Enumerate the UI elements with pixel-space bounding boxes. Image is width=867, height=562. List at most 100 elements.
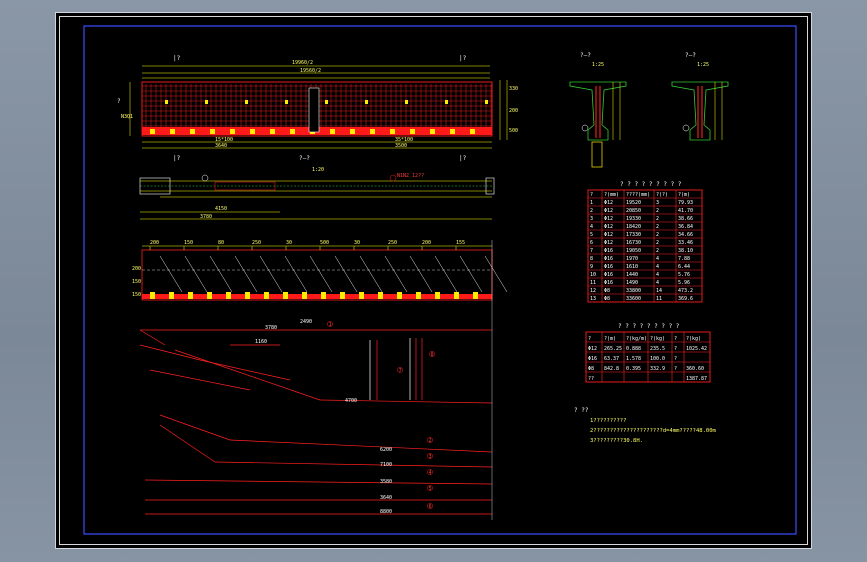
table-cell: Φ8 bbox=[588, 366, 594, 372]
strand-top-dim: 250 bbox=[388, 240, 397, 246]
table-header: ?(kg/m) bbox=[626, 336, 647, 342]
bar-mark: 3 bbox=[429, 454, 432, 460]
bar-dim-label: 8800 bbox=[380, 509, 392, 515]
strand-top-dim: 200 bbox=[422, 240, 431, 246]
bar-mark: 2 bbox=[429, 438, 432, 444]
span-label-2: 19560/2 bbox=[300, 68, 321, 74]
bar-dim-label: 6200 bbox=[380, 447, 392, 453]
table-cell: 1025.42 bbox=[686, 346, 707, 352]
strand-top-dim: 150 bbox=[184, 240, 193, 246]
section-mark-1: |? bbox=[173, 55, 181, 62]
strand-side-dim-3: 150 bbox=[132, 292, 141, 298]
strand-side-dim-2: 150 bbox=[132, 279, 141, 285]
table-cell: 1970 bbox=[626, 256, 638, 262]
notes-title: ? ?? bbox=[574, 407, 589, 414]
table-cell: 2 bbox=[656, 224, 659, 230]
table-cell: Φ12 bbox=[604, 232, 613, 238]
bar-dim-label: 3780 bbox=[265, 325, 277, 331]
table-header: ????(mm) bbox=[626, 192, 650, 198]
table-cell: 4 bbox=[590, 224, 593, 230]
plan-section-scale: 1:20 bbox=[312, 167, 324, 173]
table-cell: 11 bbox=[590, 280, 596, 286]
table-header: ?(kg) bbox=[686, 336, 701, 342]
strand-top-dim: 200 bbox=[150, 240, 159, 246]
table-cell: 1610 bbox=[626, 264, 638, 270]
table-cell: 1 bbox=[590, 200, 593, 206]
table-cell: Φ12 bbox=[604, 200, 613, 206]
bar-dim-label: 3580 bbox=[380, 479, 392, 485]
strand-top-dim: 155 bbox=[456, 240, 465, 246]
table-cell: 1.578 bbox=[626, 356, 641, 362]
table-cell: 369.6 bbox=[678, 296, 693, 302]
table-cell: ? bbox=[674, 356, 677, 362]
table-cell: 19050 bbox=[626, 248, 641, 254]
table-cell: 5.76 bbox=[678, 272, 690, 278]
table-cell: 332.9 bbox=[650, 366, 665, 372]
table-cell: 2 bbox=[656, 232, 659, 238]
table-cell: Φ12 bbox=[604, 224, 613, 230]
table-cell: 2 bbox=[656, 248, 659, 254]
section-mark-2: |? bbox=[459, 55, 467, 62]
table-cell: 38.10 bbox=[678, 248, 693, 254]
bar-details bbox=[139, 329, 493, 515]
table-cell: 473.2 bbox=[678, 288, 693, 294]
table-cell: 63.37 bbox=[604, 356, 619, 362]
table-header: ?(m) bbox=[604, 336, 616, 342]
strand-top-dim: 30 bbox=[286, 240, 292, 246]
left-note: N3Q1 bbox=[121, 114, 133, 120]
table-cell: 0.395 bbox=[626, 366, 641, 372]
bar-dim-label: 4700 bbox=[345, 398, 357, 404]
end-dim-3: 500 bbox=[509, 128, 518, 134]
table-cell: 2 bbox=[590, 208, 593, 214]
table-cell: 18420 bbox=[626, 224, 641, 230]
table-header: ?(?) bbox=[656, 192, 668, 198]
table-cell: Φ16 bbox=[604, 280, 613, 286]
table-cell: 2 bbox=[656, 240, 659, 246]
bar-dim-label: 2490 bbox=[300, 319, 312, 325]
table-cell: 5 bbox=[590, 232, 593, 238]
cad-drawing: |? |? |? |? ? 19960/2 19560/2 N3Q1 330 2… bbox=[83, 25, 797, 535]
table-cell: 1440 bbox=[626, 272, 638, 278]
section-left-label: ?—? bbox=[580, 52, 591, 59]
girder-plan: ?—? 1:20 N1N2 12?? 4150 3780 bbox=[139, 155, 495, 220]
table-header: ?(mm) bbox=[604, 192, 619, 198]
bar-mark: 5 bbox=[429, 486, 432, 492]
bar-mark: 7 bbox=[399, 368, 402, 374]
bar-mark: 6 bbox=[429, 504, 432, 510]
table-cell: 360.60 bbox=[686, 366, 704, 372]
bar-mark: 4 bbox=[429, 470, 432, 476]
side-mark: ? bbox=[117, 98, 121, 105]
table-cell: Φ16 bbox=[604, 248, 613, 254]
table-cell: 20850 bbox=[626, 208, 641, 214]
table-header: ?(m) bbox=[678, 192, 690, 198]
table-cell: 2 bbox=[656, 216, 659, 222]
section-view-right: ?—? 1:25 bbox=[671, 52, 729, 141]
strand-layout: 200 150 80 250 30 500 30 250 200 155 200 150 150 bbox=[132, 240, 508, 301]
table-cell: 6.44 bbox=[678, 264, 690, 270]
rebar-table-title: ? ? ? ? ? ? ? ? ? bbox=[620, 181, 682, 188]
table-cell: 33.46 bbox=[678, 240, 693, 246]
table-cell: 6 bbox=[590, 240, 593, 246]
table-cell: 17330 bbox=[626, 232, 641, 238]
table-cell: ? bbox=[674, 346, 677, 352]
girder-elevation: |? |? |? |? ? 19960/2 19560/2 N3Q1 330 2… bbox=[117, 55, 518, 162]
table-cell: ?? bbox=[588, 376, 594, 382]
end-dim-2: 200 bbox=[509, 108, 518, 114]
strand-side-dim-1: 200 bbox=[132, 266, 141, 272]
table-cell: 34.66 bbox=[678, 232, 693, 238]
section-mark-4: |? bbox=[459, 155, 467, 162]
table-cell: Φ8 bbox=[604, 288, 610, 294]
table-cell: 11 bbox=[656, 296, 662, 302]
table-cell: 8 bbox=[590, 256, 593, 262]
summary-table-title: ? ? ? ? ? ? ? ? ? bbox=[618, 323, 680, 330]
table-header: ? bbox=[590, 192, 593, 198]
bar-dim-label: 7100 bbox=[380, 462, 392, 468]
strand-top-dim: 80 bbox=[218, 240, 224, 246]
section-right-label: ?—? bbox=[685, 52, 696, 59]
bar-mark: 8 bbox=[431, 352, 434, 358]
table-cell: 3 bbox=[590, 216, 593, 222]
table-cell: Φ16 bbox=[588, 356, 597, 362]
strand-top-dim: 30 bbox=[354, 240, 360, 246]
section-right-scale: 1:25 bbox=[697, 62, 709, 68]
rebar-table: ? ?(mm) ????(mm) ?(?) ?(m) 1 Φ12 19520 3 79.93 2 Φ1… bbox=[587, 189, 703, 303]
